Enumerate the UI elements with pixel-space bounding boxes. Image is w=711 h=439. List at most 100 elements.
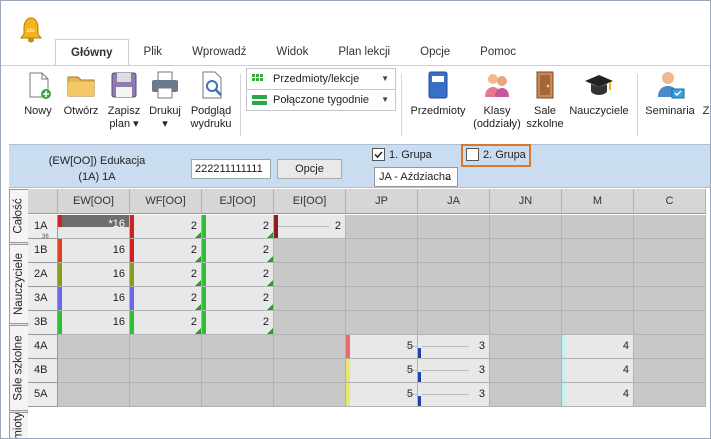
grid-cell[interactable] xyxy=(562,311,634,335)
seminars-button[interactable]: Seminaria xyxy=(642,69,698,118)
row-header[interactable]: 4A xyxy=(28,335,58,359)
column-header[interactable]: EW[OO] xyxy=(58,189,130,214)
grid-cell[interactable] xyxy=(346,239,418,263)
column-header[interactable]: C xyxy=(634,189,706,214)
grid-cell[interactable]: 3 xyxy=(418,359,490,383)
open-button[interactable]: Otwórz xyxy=(59,69,103,118)
grid-cell[interactable] xyxy=(274,239,346,263)
grid-cell[interactable] xyxy=(562,239,634,263)
combined-weeks-dropdown[interactable]: Połączone tygodnie ▼ xyxy=(246,89,396,111)
grid-cell[interactable] xyxy=(490,383,562,407)
column-header[interactable]: WF[OO] xyxy=(130,189,202,214)
row-header[interactable]: 5A xyxy=(28,383,58,407)
grid-cell[interactable]: 4 xyxy=(562,359,634,383)
column-header[interactable]: JA xyxy=(418,189,490,214)
grid-cell[interactable] xyxy=(202,383,274,407)
grid-cell[interactable] xyxy=(346,287,418,311)
grid-cell[interactable] xyxy=(562,287,634,311)
vtab-sale[interactable]: Sale szkolne xyxy=(9,325,28,411)
column-header[interactable]: M xyxy=(562,189,634,214)
row-header[interactable]: 4B xyxy=(28,359,58,383)
grid-cell[interactable]: 4 xyxy=(562,335,634,359)
vtab-nauczyciele[interactable]: Nauczyciele xyxy=(9,244,28,324)
classes-button[interactable]: Klasy (oddziały) xyxy=(471,69,523,131)
grid-cell[interactable] xyxy=(58,383,130,407)
teachers-button[interactable]: Nauczyciele xyxy=(567,69,631,118)
grid-cell[interactable]: 2 xyxy=(202,239,274,263)
row-header[interactable]: 1B xyxy=(28,239,58,263)
grid-cell[interactable]: 2 xyxy=(130,287,202,311)
subjects-lessons-dropdown[interactable]: Przedmioty/lekcje ▼ xyxy=(246,68,396,90)
tab-4[interactable]: Plan lekcji xyxy=(323,39,405,65)
subjects-button[interactable]: Przedmioty xyxy=(407,69,469,118)
grid-cell[interactable] xyxy=(346,263,418,287)
grid-cell[interactable] xyxy=(562,263,634,287)
grid-cell[interactable]: 2 xyxy=(274,215,346,239)
grid-cell[interactable]: 3 xyxy=(418,383,490,407)
grid-cell[interactable]: 16 xyxy=(58,311,130,335)
tab-2[interactable]: Wprowadź xyxy=(177,39,261,65)
grid-cell[interactable] xyxy=(202,359,274,383)
grid-cell[interactable] xyxy=(490,335,562,359)
grid-cell[interactable] xyxy=(58,359,130,383)
grid-cell[interactable] xyxy=(634,335,706,359)
row-header[interactable]: 3B xyxy=(28,311,58,335)
column-header[interactable]: JP xyxy=(346,189,418,214)
column-header[interactable]: EJ[OO] xyxy=(202,189,274,214)
grid-cell[interactable]: 2 xyxy=(202,215,274,239)
classrooms-button[interactable]: Sale szkolne xyxy=(525,69,565,131)
vtab-przedmioty[interactable]: mioty xyxy=(9,412,28,438)
grid-cell[interactable]: 3 xyxy=(418,335,490,359)
column-header[interactable]: EI[OO] xyxy=(274,189,346,214)
grid-cell[interactable] xyxy=(490,287,562,311)
grid-cell[interactable] xyxy=(418,287,490,311)
grid-cell[interactable] xyxy=(490,215,562,239)
grid-cell[interactable]: 5 xyxy=(346,359,418,383)
grid-cell[interactable] xyxy=(58,335,130,359)
tab-1[interactable]: Plik xyxy=(129,39,178,65)
grid-cell[interactable] xyxy=(490,263,562,287)
grid-cell[interactable] xyxy=(418,239,490,263)
grid-cell[interactable] xyxy=(418,263,490,287)
grid-cell[interactable] xyxy=(418,215,490,239)
grid-cell[interactable] xyxy=(130,359,202,383)
ja-select[interactable]: JA - Aździacha ⌄ xyxy=(374,167,458,187)
group-weeks-input[interactable]: 222211111111 xyxy=(191,159,271,179)
grid-cell[interactable] xyxy=(346,215,418,239)
grid-cell[interactable]: 16 xyxy=(58,239,130,263)
tab-6[interactable]: Pomoc xyxy=(465,39,531,65)
grid-cell[interactable] xyxy=(130,383,202,407)
grid-cell[interactable]: 2 xyxy=(130,239,202,263)
grid-cell[interactable] xyxy=(634,215,706,239)
save-plan-button[interactable]: Zapisz plan ▾ xyxy=(105,69,143,131)
print-preview-button[interactable]: Podgląd wydruku xyxy=(187,69,235,131)
grid-cell[interactable]: 2 xyxy=(202,287,274,311)
grid-cell[interactable] xyxy=(274,383,346,407)
grid-cell[interactable] xyxy=(490,359,562,383)
group1-checkbox[interactable]: 1. Grupa xyxy=(372,148,432,161)
app-menu-bell-icon[interactable]: aSc xyxy=(18,16,44,46)
grid-cell[interactable] xyxy=(634,383,706,407)
grid-cell[interactable]: 2 xyxy=(202,263,274,287)
grid-cell[interactable] xyxy=(634,287,706,311)
grid-cell[interactable] xyxy=(274,287,346,311)
grid-cell[interactable] xyxy=(274,359,346,383)
new-button[interactable]: Nowy xyxy=(21,69,55,118)
grid-cell[interactable] xyxy=(130,335,202,359)
grid-cell[interactable] xyxy=(634,239,706,263)
grid-cell[interactable]: 2 xyxy=(130,215,202,239)
vtab-calosc[interactable]: Całość xyxy=(9,189,28,243)
grid-cell[interactable] xyxy=(274,263,346,287)
grid-cell[interactable] xyxy=(274,311,346,335)
grid-cell[interactable] xyxy=(562,215,634,239)
grid-cell[interactable]: 4 xyxy=(562,383,634,407)
column-header[interactable]: JN xyxy=(490,189,562,214)
grid-cell[interactable]: 16 xyxy=(58,263,130,287)
tab-0[interactable]: Główny xyxy=(55,39,129,66)
grid-cell[interactable] xyxy=(202,335,274,359)
grid-cell[interactable] xyxy=(634,263,706,287)
grid-cell[interactable]: 16 xyxy=(58,287,130,311)
grid-cell[interactable] xyxy=(274,335,346,359)
row-header[interactable]: 2A xyxy=(28,263,58,287)
grid-cell[interactable]: 2 xyxy=(202,311,274,335)
